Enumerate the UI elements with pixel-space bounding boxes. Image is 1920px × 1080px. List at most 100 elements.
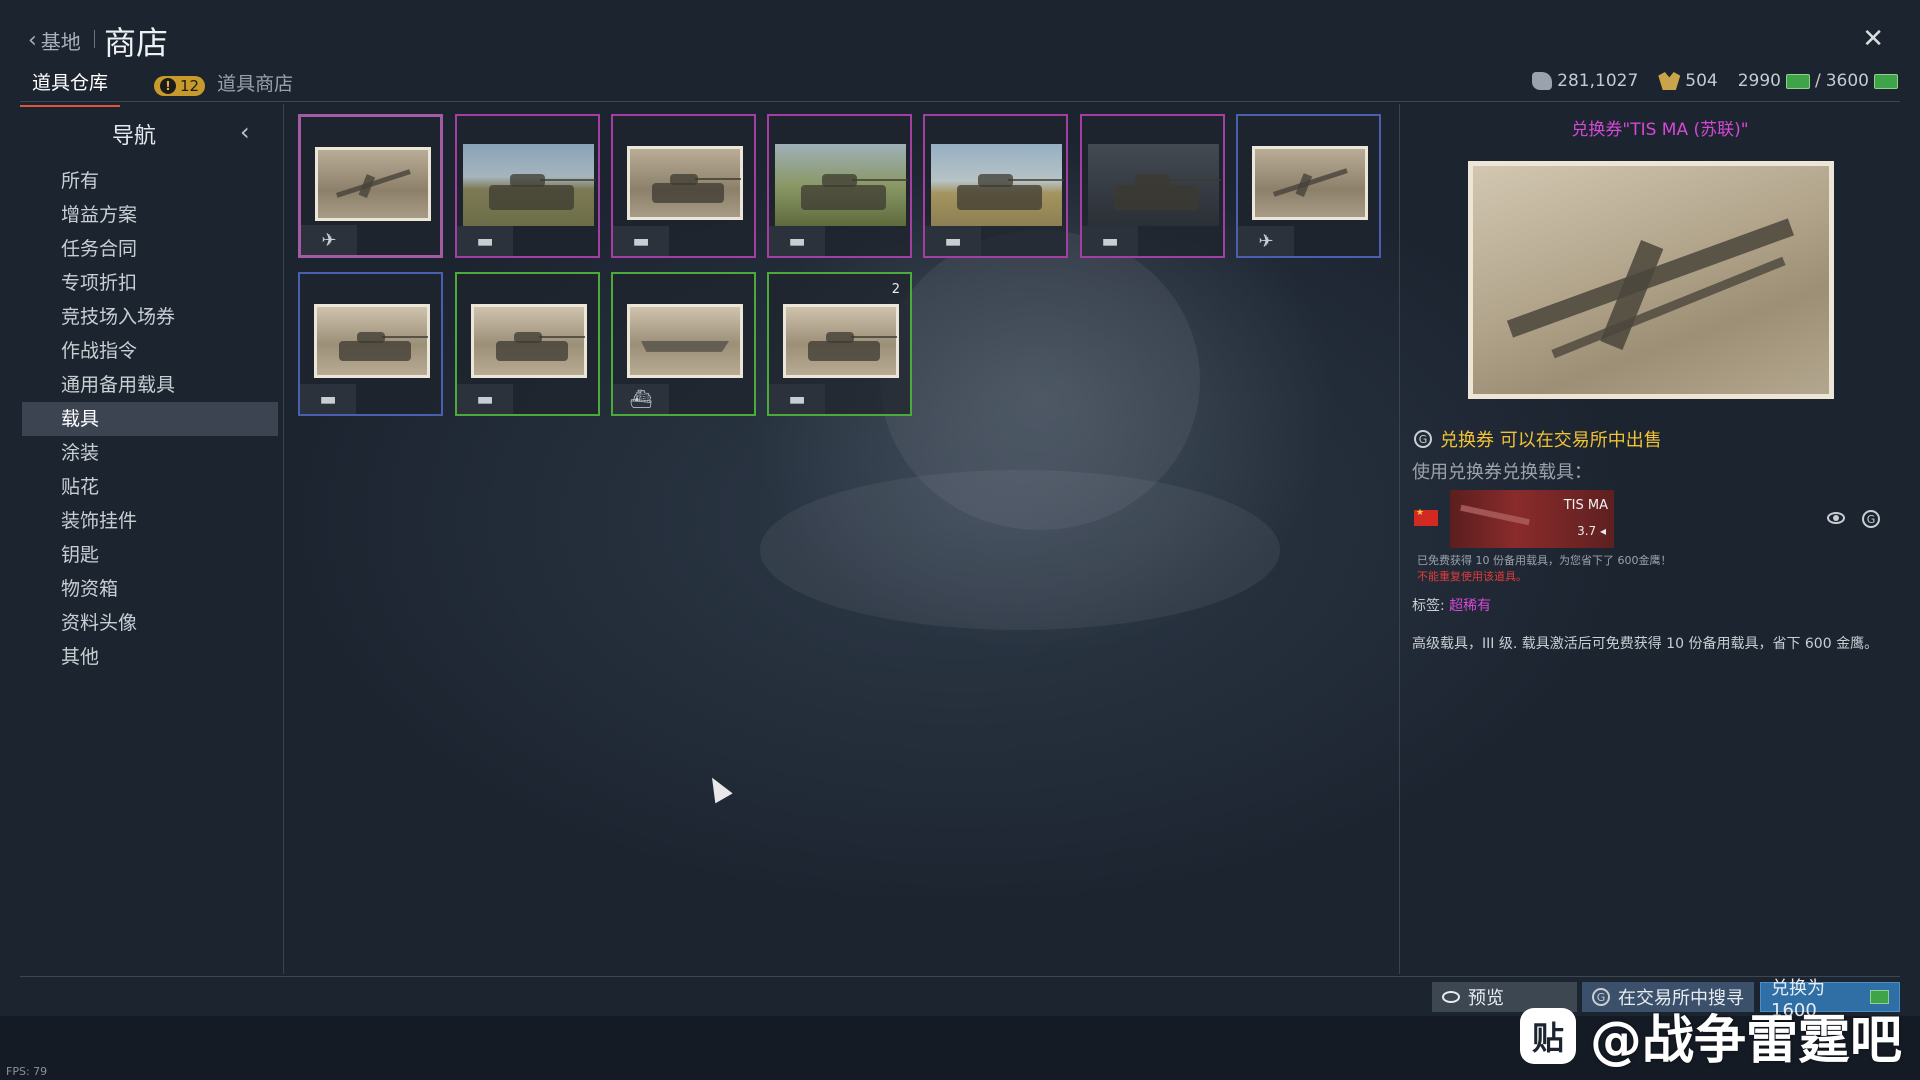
ussr-flag-icon [1414,508,1438,526]
watermark: 贴 @战争雷霆吧 [1520,998,1902,1073]
mouse-cursor [703,772,733,804]
tank-icon: ▬ [1082,226,1138,256]
nav-item-avatars[interactable]: 资料头像 [22,606,278,640]
backup-note: 已免费获得 10 份备用载具，为您省下了 600金鹰！ [1417,554,1672,567]
nav-item-arena-tickets[interactable]: 竞技场入场券 [22,300,278,334]
nav-item-attachables[interactable]: 装饰挂件 [22,504,278,538]
header-divider [94,30,95,48]
nav-item-all[interactable]: 所有 [22,164,278,198]
chevron-left-icon: ‹ [28,28,37,53]
nav-item-backups[interactable]: 通用备用载具 [22,368,278,402]
nav-list: 所有 增益方案 任务合同 专项折扣 竞技场入场券 作战指令 通用备用载具 载具 … [22,164,278,674]
back-button[interactable]: ‹ 基地 [28,26,81,55]
tank-illustration [801,174,908,210]
silver-lions: 281,1027 [1532,71,1638,91]
tank-icon: ▬ [925,226,981,256]
badge-count: 12 [180,77,200,95]
close-icon[interactable]: ✕ [1862,24,1884,54]
item-card[interactable]: ▬ [611,114,756,258]
warning-icon: ! [160,78,177,94]
gold-icon [1874,73,1898,89]
gold-slash: / [1815,71,1821,91]
ship-icon: ⛴ [613,384,669,414]
warning-note: 不能重复使用该道具。 [1417,570,1527,583]
tank-icon: ▬ [769,384,825,414]
notification-badge: ! 12 [154,76,206,96]
nav-title: 导航 [112,124,157,149]
item-card[interactable]: ▬ 2 [767,272,912,416]
nav-item-skins[interactable]: 涂装 [22,436,278,470]
silver-lions-value: 281,1027 [1557,71,1639,91]
vehicle-thumbnail [627,304,743,378]
nav-item-decals[interactable]: 贴花 [22,470,278,504]
background-blur [760,470,1280,630]
marketplace-note: G 兑换券 可以在交易所中出售 [1414,426,1662,452]
vehicle-thumbnail [463,144,596,226]
plane-icon: ✈ [1238,226,1294,256]
item-description: 高级载具，III 级. 载具激活后可免费获得 10 份备用载具，省下 600 金… [1412,636,1879,652]
item-card[interactable]: ▬ [1080,114,1225,258]
vehicle-thumbnail [1252,146,1368,220]
nav-item-keys[interactable]: 钥匙 [22,538,278,572]
rp-value: 504 [1685,71,1718,91]
tag-value: 超稀有 [1449,598,1492,614]
preview-eye-icon[interactable] [1827,512,1845,524]
nav-item-chests[interactable]: 物资箱 [22,572,278,606]
tab-item-shop-label: 道具商店 [217,73,294,95]
collapse-chevron-icon[interactable]: ‹ [240,118,250,146]
item-card[interactable]: ⛴ [611,272,756,416]
footer-separator [20,976,1900,977]
nav-item-contracts[interactable]: 任务合同 [22,232,278,266]
detail-vehicle-image [1468,161,1834,399]
vehicle-thumbnail [1088,144,1221,226]
fps-counter: FPS: 79 [6,1065,48,1078]
item-card[interactable]: ✈ [1236,114,1381,258]
nav-item-other[interactable]: 其他 [22,640,278,674]
item-card[interactable]: ▬ [455,114,600,258]
watermark-text: @战争雷霆吧 [1590,1011,1903,1071]
marketplace-coin-icon[interactable]: G [1862,510,1880,528]
item-card[interactable]: ▬ [298,272,443,416]
sell-text: 兑换券 可以在交易所中出售 [1440,430,1662,451]
tieba-logo: 贴 [1520,1007,1576,1064]
marketplace-coin-icon: G [1414,430,1432,448]
vehicle-thumbnail [315,147,431,221]
vehicle-thumbnail [783,304,899,378]
nav-item-orders[interactable]: 作战指令 [22,334,278,368]
vehicle-name: TIS MA [1563,498,1608,513]
plane-icon [1460,504,1530,526]
panel-divider-right [1399,104,1400,974]
currency-bar: 281,1027 504 2990 / 3600 [1532,71,1898,91]
detail-title: 兑换券"TIS MA (苏联)" [1571,120,1749,140]
tab-inventory-label: 道具仓库 [32,72,109,94]
tank-icon: ▬ [457,384,513,414]
tank-illustration [339,331,428,362]
gold-value: 2990 [1737,71,1781,91]
item-card[interactable]: ▬ [923,114,1068,258]
nav-item-discounts[interactable]: 专项折扣 [22,266,278,300]
item-card[interactable]: ▬ [455,272,600,416]
golden-eagles: 2990 / 3600 [1738,71,1898,91]
item-card[interactable]: ✈ [298,114,443,258]
vehicle-thumbnail [931,144,1064,226]
vehicle-thumbnail [627,146,743,220]
gold-max-value: 3600 [1825,71,1869,91]
item-card[interactable]: ▬ [767,114,912,258]
preview-label: 预览 [1468,988,1504,1009]
item-count: 2 [891,282,900,297]
tank-illustration [957,174,1064,210]
vehicle-thumbnail [314,304,430,378]
lion-icon [1532,72,1553,90]
nav-item-vehicles[interactable]: 载具 [22,402,278,436]
header-separator [20,101,1900,102]
tank-illustration [489,174,596,210]
research-points: 504 [1658,71,1718,91]
gold-icon [1786,73,1810,89]
use-text: 使用兑换券兑换载具： [1412,462,1592,483]
page-title: 商店 [104,24,169,62]
vehicle-card[interactable]: TIS MA 3.7 ◂ [1450,490,1614,548]
tag-label: 标签: [1412,598,1445,614]
tank-illustration [496,331,585,362]
nav-item-boosters[interactable]: 增益方案 [22,198,278,232]
battle-rating: 3.7 ◂ [1577,524,1606,538]
